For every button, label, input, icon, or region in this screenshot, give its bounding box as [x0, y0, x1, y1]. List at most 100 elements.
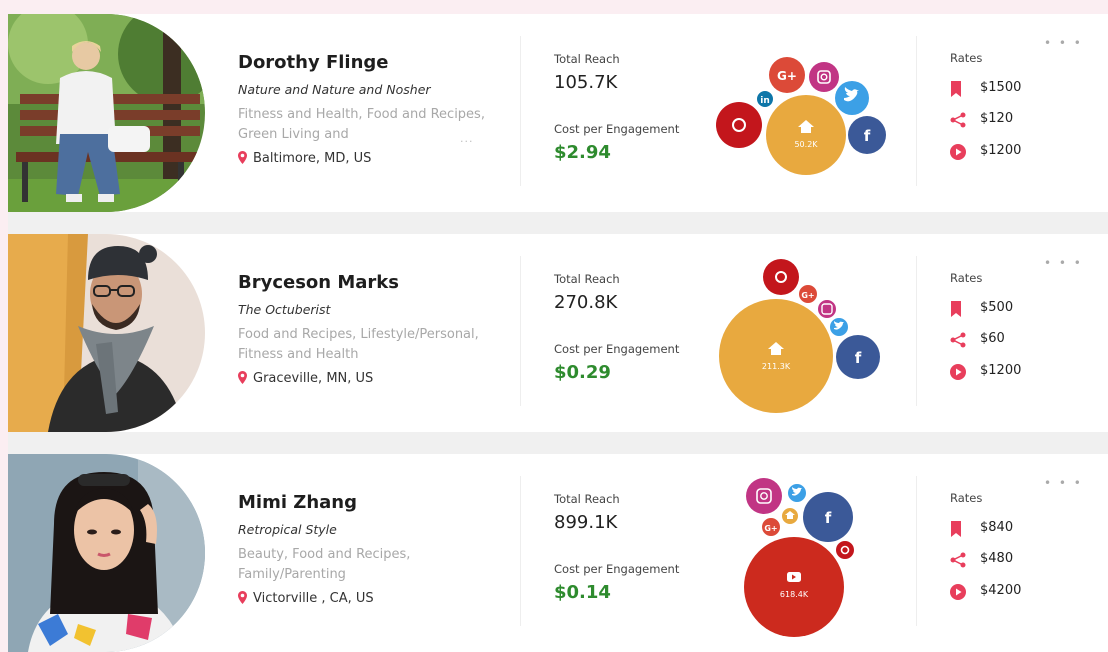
pinterest-bubble[interactable]: [763, 259, 799, 295]
total-reach-label: Total Reach: [554, 272, 620, 286]
cpe-value: $0.29: [554, 362, 611, 383]
top-bar: [0, 0, 1108, 14]
social-bubble-chart: 50.2K in G+ f: [716, 57, 886, 175]
facebook-icon: f: [864, 127, 871, 145]
avatar: [8, 454, 205, 652]
facebook-bubble[interactable]: f: [836, 335, 880, 379]
rate-row-share: $120: [950, 110, 1100, 130]
main-bubble[interactable]: 50.2K: [766, 95, 846, 175]
twitter-bubble[interactable]: [786, 482, 808, 504]
main-bubble[interactable]: 211.3K: [719, 299, 833, 413]
instagram-bubble[interactable]: [816, 298, 838, 320]
rate-value: $1200: [980, 363, 1022, 378]
rate-row-bookmark: $1500: [950, 79, 1100, 99]
location-text: Baltimore, MD, US: [253, 151, 372, 166]
bookmark-icon: [951, 521, 961, 537]
linkedin-bubble[interactable]: in: [755, 89, 775, 109]
divider: [916, 36, 917, 186]
total-reach-value: 899.1K: [554, 512, 618, 533]
facebook-icon: f: [825, 509, 832, 527]
bookmark-icon: [951, 81, 961, 97]
rate-value: $4200: [980, 583, 1022, 598]
play-icon: [950, 584, 966, 600]
rate-value: $120: [980, 111, 1014, 126]
influencer-location: Victorville , CA, US: [238, 591, 374, 606]
divider: [520, 36, 521, 186]
influencer-card[interactable]: Bryceson Marks The Octuberist Food and R…: [8, 234, 1108, 432]
rates-label: Rates: [950, 51, 983, 65]
total-reach-value: 270.8K: [554, 292, 618, 313]
main-bubble[interactable]: 618.4K: [744, 537, 844, 637]
influencer-categories: Fitness and Health, Food and Recipes, Gr…: [238, 107, 485, 142]
influencer-tagline: Retropical Style: [238, 522, 337, 537]
rate-value: $1500: [980, 80, 1022, 95]
more-options-button[interactable]: • • •: [1044, 36, 1083, 50]
divider: [916, 256, 917, 406]
more-options-button[interactable]: • • •: [1044, 476, 1083, 490]
rate-row-video: $1200: [950, 142, 1100, 162]
twitter-bubble[interactable]: [835, 81, 869, 115]
cpe-value: $0.14: [554, 582, 611, 603]
rate-value: $500: [980, 300, 1014, 315]
divider: [520, 256, 521, 406]
influencer-location: Baltimore, MD, US: [238, 151, 371, 166]
googleplus-bubble[interactable]: G+: [769, 57, 805, 93]
rate-row-video: $4200: [950, 582, 1100, 602]
cpe-value: $2.94: [554, 142, 611, 163]
influencer-card[interactable]: Mimi Zhang Retropical Style Beauty, Food…: [8, 454, 1108, 652]
pinterest-bubble[interactable]: [716, 102, 762, 148]
share-icon: [950, 332, 966, 348]
instagram-bubble[interactable]: [746, 478, 782, 514]
influencer-card[interactable]: Dorothy Flinge Nature and Nature and Nos…: [8, 14, 1108, 212]
googleplus-bubble[interactable]: G+: [760, 516, 782, 538]
play-icon: [950, 144, 966, 160]
influencer-name[interactable]: Mimi Zhang: [238, 492, 357, 513]
pinterest-bubble[interactable]: [834, 539, 856, 561]
facebook-bubble[interactable]: f: [848, 116, 886, 154]
social-bubble-chart: 211.3K G+ f: [719, 259, 880, 413]
googleplus-icon: G+: [764, 524, 777, 533]
total-reach-label: Total Reach: [554, 492, 620, 506]
avatar: [8, 234, 205, 432]
play-icon: [950, 364, 966, 380]
influencer-name[interactable]: Dorothy Flinge: [238, 52, 389, 73]
share-icon: [950, 112, 966, 128]
categories-more[interactable]: ...: [460, 132, 474, 145]
main-bubble-value: 618.4K: [780, 590, 809, 599]
rate-value: $60: [980, 331, 1005, 346]
twitter-bubble[interactable]: [828, 316, 850, 338]
influencer-name[interactable]: Bryceson Marks: [238, 272, 399, 293]
googleplus-bubble[interactable]: G+: [797, 283, 819, 305]
rate-row-bookmark: $840: [950, 519, 1100, 539]
location-text: Victorville , CA, US: [253, 591, 374, 606]
googleplus-icon: G+: [801, 291, 814, 300]
rate-value: $1200: [980, 143, 1022, 158]
linkedin-icon: in: [760, 96, 770, 106]
home-bubble[interactable]: [780, 506, 800, 526]
location-text: Graceville, MN, US: [253, 371, 374, 386]
rate-row-share: $480: [950, 550, 1100, 570]
share-icon: [950, 552, 966, 568]
rate-value: $840: [980, 520, 1014, 535]
rate-row-share: $60: [950, 330, 1100, 350]
influencer-categories: Food and Recipes, Lifestyle/Personal, Fi…: [238, 327, 479, 362]
cpe-label: Cost per Engagement: [554, 122, 680, 136]
influencer-tagline: The Octuberist: [238, 302, 331, 317]
rate-row-video: $1200: [950, 362, 1100, 382]
googleplus-icon: G+: [777, 69, 797, 83]
more-options-button[interactable]: • • •: [1044, 256, 1083, 270]
main-bubble-value: 211.3K: [762, 362, 791, 371]
main-bubble-value: 50.2K: [794, 140, 818, 149]
facebook-bubble[interactable]: f: [803, 492, 853, 542]
instagram-bubble[interactable]: [809, 62, 839, 92]
total-reach-value: 105.7K: [554, 72, 618, 93]
rates-label: Rates: [950, 271, 983, 285]
location-pin-icon: [238, 371, 247, 384]
cpe-label: Cost per Engagement: [554, 342, 680, 356]
card-separator: [8, 212, 1108, 234]
facebook-icon: f: [855, 349, 862, 367]
bookmark-icon: [951, 301, 961, 317]
influencer-categories: Beauty, Food and Recipes, Family/Parenti…: [238, 547, 411, 582]
location-pin-icon: [238, 151, 247, 164]
rates-label: Rates: [950, 491, 983, 505]
